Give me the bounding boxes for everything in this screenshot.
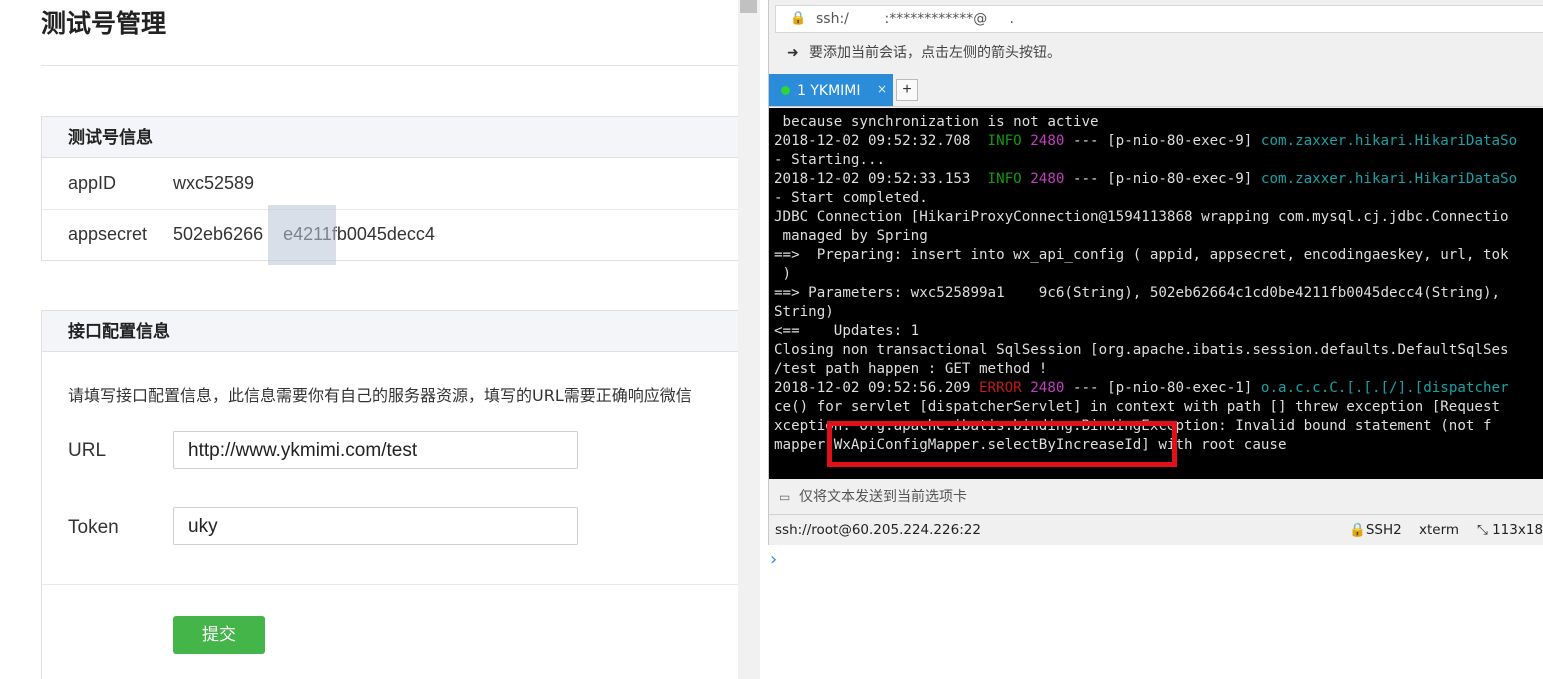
form-divider [42,584,738,585]
terminal-size: ⤡ 113x18 [1477,522,1543,538]
connection-string: ssh://root@60.205.224.226:22 [775,522,981,538]
add-tab-button[interactable]: + [896,79,918,101]
appid-label: appID [68,173,117,193]
hint-text: 要添加当前会话，点击左侧的箭头按钮。 [809,45,1061,61]
session-address-bar[interactable]: 🔒 ssh:/ :************@ . [775,5,1543,33]
terminal-icon: ▭ [779,490,791,504]
highlight-box [827,421,1177,467]
api-config-panel: 接口配置信息 请填写接口配置信息，此信息需要你有自己的服务器资源，填写的URL需… [41,310,738,679]
info-panel-heading: 测试号信息 [42,117,738,158]
terminal-line: /test path happen : GET method ! [774,361,1048,377]
page-title: 测试号管理 [41,9,167,38]
url-input[interactable]: http://www.ykmimi.com/test [173,431,578,469]
send-text-bar[interactable]: ▭ 仅将文本发送到当前选项卡 [769,480,1543,515]
session-tab-bar: 1 YKMIMI × + [769,74,1543,107]
title-divider [41,65,738,66]
terminal-line: JDBC Connection [HikariProxyConnection@1… [774,209,1509,225]
protocol-indicator: 🔒SSH2 [1349,522,1402,538]
appid-value: wxc52589 [173,173,255,193]
terminal-line: Closing non transactional SqlSession [or… [774,342,1509,358]
terminal-size-value: 113x18 [1492,522,1543,538]
send-text-label: 仅将文本发送到当前选项卡 [799,489,967,505]
url-label: URL [68,440,107,461]
terminal-line: - Starting... [774,152,886,168]
terminal-line: because synchronization is not active [774,114,1099,130]
terminal-line: 2018-12-02 09:52:33.153 INFO 2480 --- [p… [774,171,1518,187]
terminal-line: ) [774,266,792,282]
terminal-line: 2018-12-02 09:52:56.209 ERROR 2480 --- [… [774,380,1509,396]
terminal-line: ==> Parameters: wxc525899a1 9c6(String),… [774,285,1501,301]
appsecret-label: appsecret [68,224,148,244]
session-address-text: ssh:/ :************@ . [816,11,1014,27]
appid-row: appID wxc52589 [42,159,738,210]
terminal-line: String) [774,304,834,320]
tab-ykmimi[interactable]: 1 YKMIMI × [769,74,893,106]
page-scrollbar[interactable] [738,0,760,679]
tab-label: 1 YKMIMI [797,83,861,99]
terminal-output[interactable]: mapper.WxApiConfigMapper.selectByIncreas… [769,108,1543,479]
terminal-type: xterm [1419,522,1460,538]
ssh-client-window: 🔒 ssh:/ :************@ . ➜ 要添加当前会话，点击左侧的箭… [768,0,1543,545]
terminal-line: managed by Spring [774,228,928,244]
appsecret-row: appsecret 502eb6266 e4211fb0045decc4 [42,210,738,260]
connected-status-icon [781,86,790,95]
terminal-line: 2018-12-02 09:52:32.708 INFO 2480 --- [p… [774,133,1518,149]
api-config-description: 请填写接口配置信息，此信息需要你有自己的服务器资源，填写的URL需要正确响应微信 [68,386,692,405]
token-label: Token [68,517,119,538]
arrow-icon[interactable]: ➜ [787,45,803,61]
terminal-line: ce() for servlet [dispatcherServlet] in … [774,399,1501,415]
terminal-line: <== Updates: 1 [774,323,920,339]
terminal-line: ==> Preparing: insert into wx_api_config… [774,247,1509,263]
scrollbar-thumb[interactable] [740,0,757,13]
test-account-info-panel: 测试号信息 appID wxc52589 appsecret 502eb6266… [41,116,738,265]
protocol-label: SSH2 [1365,522,1402,538]
chevron-right-icon: › [770,549,778,570]
redaction-mosaic [268,205,336,265]
wechat-test-account-page: 测试号管理 测试号信息 appID wxc52589 appsecret 502… [0,0,738,679]
submit-button[interactable]: 提交 [173,616,265,654]
status-bar: ssh://root@60.205.224.226:22 🔒SSH2 xterm… [769,516,1543,545]
lock-icon: 🔒 [790,11,807,26]
terminal-line: - Start completed. [774,190,928,206]
add-session-hint: ➜ 要添加当前会话，点击左侧的箭头按钮。 [787,42,1061,62]
api-panel-heading: 接口配置信息 [42,311,738,352]
token-input[interactable]: uky [173,507,578,545]
tab-close-icon[interactable]: × [877,72,887,106]
